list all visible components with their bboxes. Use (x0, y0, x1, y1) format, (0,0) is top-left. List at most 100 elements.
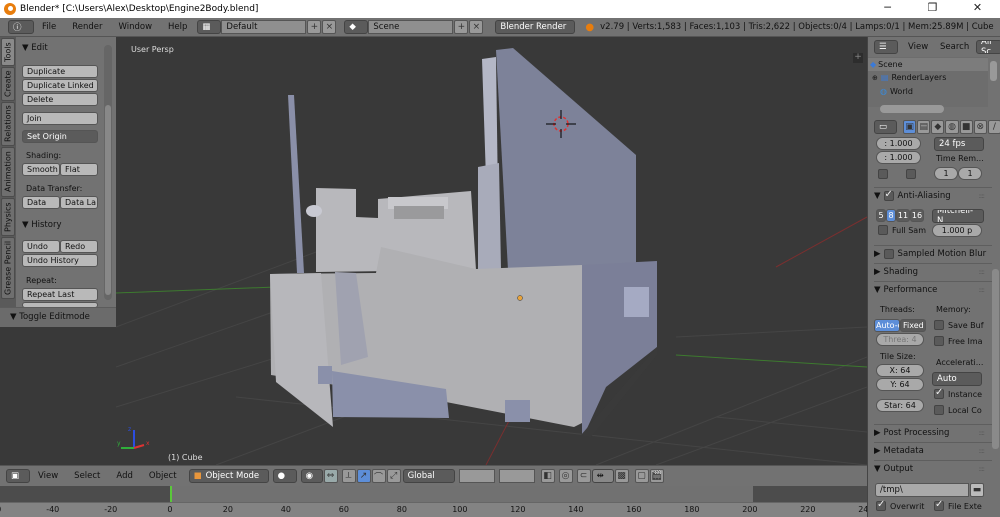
render-tab-icon[interactable]: ▣ (903, 120, 917, 134)
repeat-last-button[interactable]: Repeat Last (22, 288, 98, 301)
overwrite-checkbox[interactable] (876, 499, 886, 511)
remove-scene-icon[interactable]: × (469, 20, 484, 34)
scene-field[interactable]: Scene (368, 20, 454, 34)
remap-old-field[interactable]: 1 (934, 167, 958, 180)
filter-size-field[interactable]: 1.000 p (932, 224, 982, 237)
viewport-shading-icon[interactable]: ● (272, 469, 297, 483)
anti-aliasing-checkbox[interactable] (883, 189, 894, 201)
tab-physics[interactable]: Physics (1, 198, 15, 236)
menu-help[interactable]: Help (168, 22, 187, 32)
performance-panel-header[interactable]: ▼ Performance:::: (874, 281, 992, 297)
scene-tab-icon[interactable]: ◆ (931, 120, 945, 134)
tile-y-field[interactable]: Y: 64 (876, 378, 924, 391)
outliner-item-scene[interactable]: ◆ Scene (868, 58, 988, 71)
threads-fixed-button[interactable]: Fixed (900, 319, 926, 332)
tab-create[interactable]: Create (1, 67, 15, 101)
acceleration-select[interactable]: Auto (932, 372, 982, 386)
editor-type-info-icon[interactable]: ⓘ (8, 20, 34, 34)
undo-history-button[interactable]: Undo History (22, 254, 98, 267)
translate-icon[interactable]: ↗ (356, 469, 371, 483)
layers-grid-2[interactable] (498, 469, 535, 483)
add-layout-icon[interactable]: + (307, 20, 322, 34)
render-engine-select[interactable]: Blender Render (495, 20, 576, 34)
fps-select[interactable]: 24 fps (934, 137, 984, 151)
snap-element-icon[interactable]: ⇹ (591, 469, 614, 483)
start-resolution-field[interactable]: Star: 64 (876, 399, 924, 412)
expand-icon[interactable]: ⊕ (872, 74, 878, 82)
data-layers-button[interactable]: Data La (60, 196, 98, 209)
menu-add[interactable]: Add (116, 471, 132, 481)
aa-samples-11[interactable]: 11 (896, 209, 910, 222)
snap-icon[interactable]: ⊂ (576, 469, 591, 483)
file-extensions-option[interactable]: File Exte (934, 499, 982, 511)
border-checkbox[interactable] (906, 169, 916, 179)
outliner-menu-view[interactable]: View (908, 42, 928, 52)
minimize-button[interactable]: ─ (865, 0, 910, 18)
motion-blur-panel-header[interactable]: ▶ Sampled Motion Blur (874, 245, 992, 261)
outliner-filter-select[interactable]: All Sc (976, 40, 1000, 54)
aa-samples-8[interactable]: 8 (886, 209, 896, 222)
close-button[interactable]: ✕ (955, 0, 1000, 18)
modifiers-tab-icon[interactable]: / (987, 120, 1000, 134)
smooth-button[interactable]: Smooth (22, 163, 60, 176)
metadata-panel-header[interactable]: ▶ Metadata:::: (874, 442, 992, 458)
data-button[interactable]: Data (22, 196, 60, 209)
render-animation-icon[interactable]: 🎬 (649, 469, 664, 483)
maximize-button[interactable]: ❐ (910, 0, 955, 18)
proportional-edit-icon[interactable]: ◎ (558, 469, 573, 483)
screen-layout-icon[interactable]: ▦ (197, 20, 222, 34)
outliner-menu-search[interactable]: Search (940, 42, 969, 52)
editor-type-properties-icon[interactable]: ▭ (874, 120, 897, 134)
tile-x-field[interactable]: X: 64 (876, 364, 924, 377)
toggle-editmode-panel[interactable]: ▼ Toggle Editmode (0, 307, 116, 327)
tab-grease-pencil[interactable]: Grease Pencil (1, 237, 15, 299)
delete-button[interactable]: Delete (22, 93, 98, 106)
aa-samples-5[interactable]: 5 (876, 209, 886, 222)
history-panel-header[interactable]: ▼ History (22, 220, 61, 230)
scale-icon[interactable]: ⤢ (386, 469, 401, 483)
menu-view[interactable]: View (38, 471, 58, 481)
outliner-scrollbar[interactable] (990, 61, 997, 81)
properties-region-toggle-icon[interactable]: + (853, 53, 863, 63)
aa-filter-select[interactable]: Mitchell-N (932, 209, 984, 223)
aspect-x-field[interactable]: : 1.000 (876, 137, 921, 150)
3d-viewport[interactable]: User Persp (1) Cube z y x + (116, 37, 867, 465)
scene-icon[interactable]: ◆ (344, 20, 369, 34)
outliner-item-world[interactable]: ◍ World (868, 85, 988, 98)
render-layers-tab-icon[interactable]: ▤ (917, 120, 931, 134)
pivot-point-icon[interactable]: ◉ (300, 469, 323, 483)
outliner-hscrollbar[interactable] (880, 105, 944, 113)
snap-target-icon[interactable]: ▩ (614, 469, 629, 483)
tab-relations[interactable]: Relations (1, 102, 15, 146)
save-buffers-checkbox[interactable] (934, 320, 944, 330)
drag-handle-icon[interactable]: :::: (979, 192, 986, 200)
lock-layers-icon[interactable]: ◧ (540, 469, 555, 483)
menu-select[interactable]: Select (74, 471, 100, 481)
layers-grid-1[interactable] (458, 469, 495, 483)
full-sample-checkbox[interactable] (878, 225, 888, 235)
mode-select[interactable]: ■ Object Mode (188, 469, 269, 483)
editor-type-outliner-icon[interactable]: ☰ (874, 40, 898, 54)
motion-blur-checkbox[interactable] (883, 248, 894, 259)
save-buffers-option[interactable]: Save Buf (934, 320, 984, 330)
add-scene-icon[interactable]: + (454, 20, 469, 34)
remap-new-field[interactable]: 1 (958, 167, 982, 180)
edit-panel-header[interactable]: ▼ Edit (22, 43, 48, 53)
aspect-y-field[interactable]: : 1.000 (876, 151, 921, 164)
outliner-item-renderlayers[interactable]: ⊕ ▤ RenderLayers (868, 71, 988, 84)
constraints-tab-icon[interactable]: ⊗ (973, 120, 987, 134)
remove-layout-icon[interactable]: × (322, 20, 337, 34)
instances-option[interactable]: Instance (934, 387, 982, 399)
local-coords-checkbox[interactable] (934, 405, 944, 415)
timeline-ruler[interactable]: -60-40-200204060801001201401601802002202… (0, 502, 989, 517)
shading-panel-header[interactable]: ▶ Shading:::: (874, 263, 992, 279)
output-panel-header[interactable]: ▼ Output:::: (874, 460, 992, 476)
timeline[interactable] (0, 486, 867, 502)
toolshelf-scrollbar[interactable] (104, 45, 112, 300)
instances-checkbox[interactable] (934, 387, 944, 399)
free-image-checkbox[interactable] (934, 336, 944, 346)
layout-field[interactable]: Default (221, 20, 307, 34)
undo-button[interactable]: Undo (22, 240, 60, 253)
manipulator-icon[interactable]: ⇔ (323, 469, 338, 483)
crop-checkbox[interactable] (878, 169, 888, 179)
